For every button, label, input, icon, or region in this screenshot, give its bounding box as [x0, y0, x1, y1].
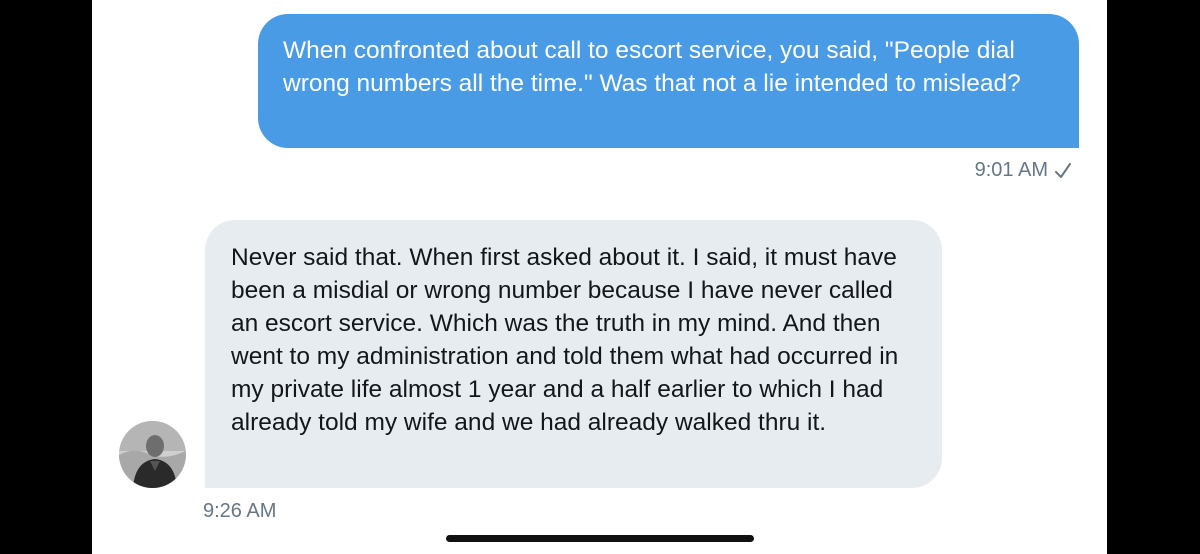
sender-avatar[interactable]: [119, 421, 186, 488]
check-icon: [1054, 161, 1072, 181]
sent-message-text: When confronted about call to escort ser…: [283, 37, 1021, 97]
received-message-time: 9:26 AM: [203, 500, 277, 522]
home-indicator[interactable]: [446, 535, 754, 542]
dm-conversation-screen: When confronted about call to escort ser…: [92, 0, 1107, 554]
sent-message-bubble[interactable]: When confronted about call to escort ser…: [258, 14, 1079, 148]
received-message-bubble[interactable]: Never said that. When first asked about …: [205, 220, 942, 488]
sent-message-time: 9:01 AM: [974, 159, 1048, 181]
received-message-text: Never said that. When first asked about …: [231, 244, 899, 436]
sent-message-meta: 9:01 AM: [975, 159, 1072, 182]
